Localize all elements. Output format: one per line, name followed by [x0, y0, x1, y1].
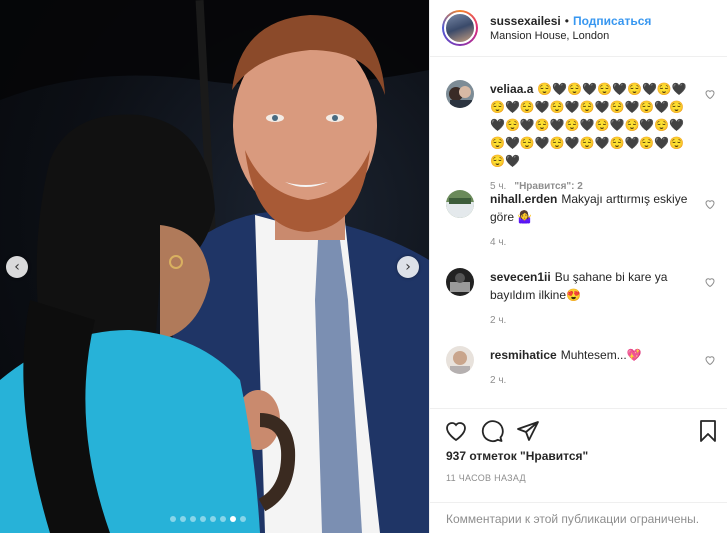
commenter-username[interactable]: veliaa.a [490, 82, 533, 96]
likes-count[interactable]: 937 отметок "Нравится" [446, 449, 588, 463]
comments-limited-notice: Комментарии к этой публикации ограничены… [430, 502, 727, 533]
commenter-username[interactable]: resmihatice [490, 348, 557, 362]
chevron-left-icon: ‹ [14, 259, 20, 275]
comment-time[interactable]: 4 ч. [490, 237, 506, 248]
post-photo[interactable]: ‹ › [0, 0, 429, 533]
heart-icon[interactable] [704, 354, 716, 366]
carousel-dot [240, 516, 246, 522]
heart-icon[interactable] [704, 198, 716, 210]
commenter-avatar[interactable] [446, 268, 474, 296]
comment-time[interactable]: 2 ч. [490, 315, 506, 326]
post-actions: 937 отметок "Нравится" 11 ЧАСОВ НАЗАД Ко… [430, 408, 727, 533]
commenter-avatar[interactable] [446, 190, 474, 218]
comment-item: sevecen1ii Bu şahane bi kare ya bayıldım … [446, 268, 716, 330]
author-avatar[interactable] [442, 10, 478, 46]
bookmark-icon[interactable] [696, 419, 720, 443]
comment-item: veliaa.a 😌🖤😌🖤😌🖤😌🖤😌🖤😌🖤😌🖤😌🖤😌🖤😌🖤😌🖤😌🖤😌🖤😌🖤😌🖤😌🖤… [446, 80, 716, 196]
post-sidebar: sussexailesi • Подписаться Mansion House… [429, 0, 727, 533]
comment-icon[interactable] [480, 419, 504, 443]
carousel-indicator [170, 516, 246, 522]
carousel-dot [210, 516, 216, 522]
comment-time[interactable]: 2 ч. [490, 375, 506, 386]
post-modal: ‹ › sussexailesi • Подписаться Mansion H… [0, 0, 727, 533]
separator-bullet: • [564, 14, 569, 28]
commenter-username[interactable]: nihall.erden [490, 192, 557, 206]
previous-slide-button[interactable]: ‹ [6, 256, 28, 278]
chevron-right-icon: › [405, 259, 411, 275]
commenter-username[interactable]: sevecen1ii [490, 270, 551, 284]
heart-icon[interactable] [704, 88, 716, 100]
follow-button[interactable]: Подписаться [573, 14, 651, 28]
commenter-avatar[interactable] [446, 80, 474, 108]
author-username[interactable]: sussexailesi [490, 14, 561, 28]
share-icon[interactable] [516, 419, 540, 443]
carousel-dot [170, 516, 176, 522]
comments-list[interactable]: veliaa.a 😌🖤😌🖤😌🖤😌🖤😌🖤😌🖤😌🖤😌🖤😌🖤😌🖤😌🖤😌🖤😌🖤😌🖤😌🖤😌🖤… [430, 58, 727, 408]
comment-item: resmihatice Muhtesem...💖 2 ч. [446, 346, 716, 390]
post-location[interactable]: Mansion House, London [490, 30, 651, 42]
post-header: sussexailesi • Подписаться Mansion House… [430, 0, 727, 57]
carousel-dot [180, 516, 186, 522]
comment-item: nihall.erden Makyajı arttırmış eskiye gör… [446, 190, 716, 252]
carousel-dot [230, 516, 236, 522]
heart-icon[interactable] [444, 419, 468, 443]
next-slide-button[interactable]: › [397, 256, 419, 278]
heart-icon[interactable] [704, 276, 716, 288]
carousel-dot [220, 516, 226, 522]
commenter-avatar[interactable] [446, 346, 474, 374]
photo-illustration [0, 0, 429, 533]
comment-text: Muhtesem...💖 [560, 348, 642, 362]
post-timestamp[interactable]: 11 ЧАСОВ НАЗАД [446, 473, 526, 483]
carousel-dot [200, 516, 206, 522]
carousel-dot [190, 516, 196, 522]
